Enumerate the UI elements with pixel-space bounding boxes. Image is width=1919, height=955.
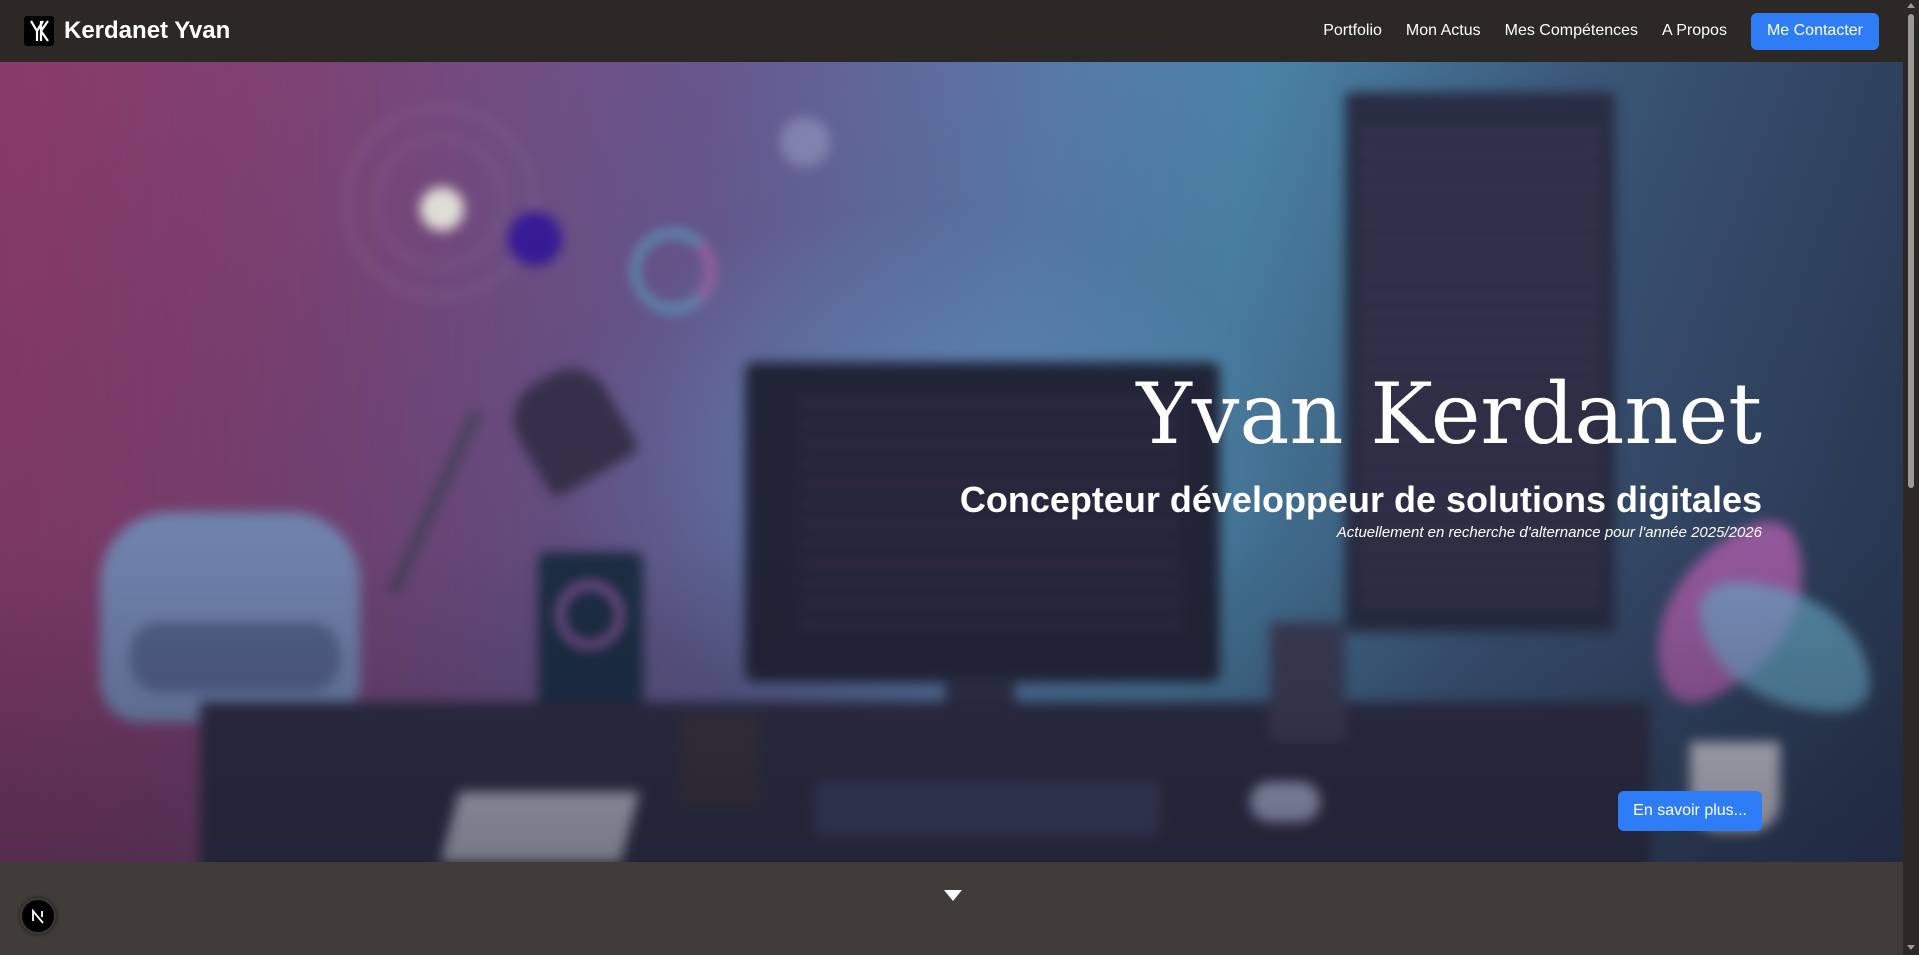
brand-title: Kerdanet Yvan bbox=[64, 17, 231, 44]
nav-link-a-propos[interactable]: A Propos bbox=[1662, 22, 1727, 40]
next-section-band bbox=[0, 862, 1903, 955]
yk-logo-icon bbox=[24, 16, 54, 46]
page-scrollbar[interactable] bbox=[1903, 0, 1919, 955]
scroll-up-icon[interactable] bbox=[1907, 3, 1915, 8]
top-navbar: Kerdanet Yvan Portfolio Mon Actus Mes Co… bbox=[0, 0, 1903, 62]
brand-link[interactable]: Kerdanet Yvan bbox=[24, 16, 230, 46]
nav-link-competences[interactable]: Mes Compétences bbox=[1505, 22, 1638, 40]
hero-name: Yvan Kerdanet bbox=[1136, 365, 1762, 463]
scroll-thumb[interactable] bbox=[1908, 14, 1914, 488]
hero-content: Yvan Kerdanet Concepteur développeur de … bbox=[960, 372, 1762, 541]
caret-down-icon[interactable] bbox=[944, 890, 962, 901]
hero-note: Actuellement en recherche d'alternance p… bbox=[1336, 523, 1762, 541]
page: Kerdanet Yvan Portfolio Mon Actus Mes Co… bbox=[0, 0, 1919, 955]
nav-link-portfolio[interactable]: Portfolio bbox=[1323, 22, 1382, 40]
hero-section: Yvan Kerdanet Concepteur développeur de … bbox=[0, 62, 1903, 862]
learn-more-button[interactable]: En savoir plus... bbox=[1618, 791, 1762, 831]
nextjs-logo-icon[interactable] bbox=[20, 898, 56, 934]
hero-subtitle: Concepteur développeur de solutions digi… bbox=[959, 479, 1762, 520]
nav-links: Portfolio Mon Actus Mes Compétences A Pr… bbox=[1323, 12, 1879, 50]
nav-link-actus[interactable]: Mon Actus bbox=[1406, 22, 1481, 40]
scroll-down-icon[interactable] bbox=[1907, 945, 1915, 950]
contact-button[interactable]: Me Contacter bbox=[1750, 12, 1879, 50]
